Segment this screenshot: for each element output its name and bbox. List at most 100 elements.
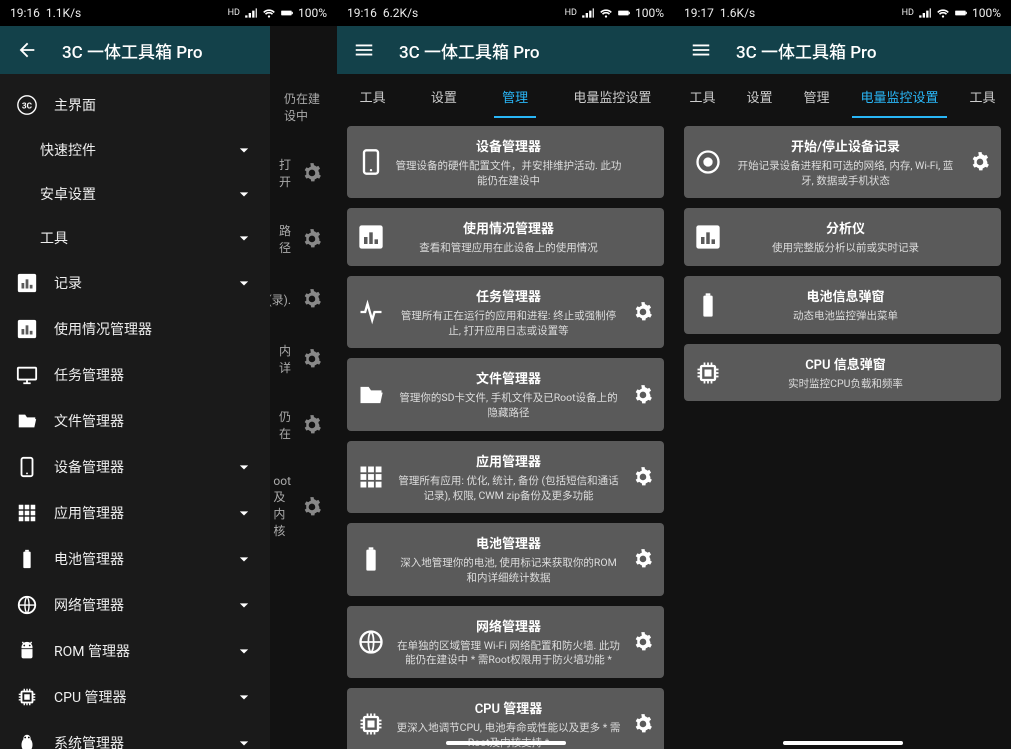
card-subtitle: 在单独的区域管理 Wi-Fi 网络配置和防火墙. 此功能仍在建设中 * 需Roo… [395, 639, 622, 668]
status-battery: 100% [298, 6, 327, 20]
folder-icon [16, 410, 38, 432]
tab-settings[interactable]: 设置 [738, 75, 780, 118]
tab-tools[interactable]: 工具 [352, 75, 394, 118]
chart-icon [694, 223, 722, 251]
wifi-icon [936, 6, 950, 20]
card-title: 使用情况管理器 [395, 218, 622, 237]
chevron-down-icon [234, 595, 254, 615]
chevron-down-icon [234, 687, 254, 707]
menu-icon[interactable] [353, 39, 375, 61]
card-subtitle: 深入地管理你的电池, 使用标记来获取你的ROM和内详细统计数据 [395, 556, 622, 585]
feature-card[interactable]: 电池信息弹窗动态电池监控弹出菜单 [684, 276, 1001, 334]
nav-indicator [783, 741, 903, 745]
menu-icon[interactable] [690, 39, 712, 61]
status-speed: 1.6K/s [720, 6, 755, 20]
drawer-item[interactable]: 文件管理器 [0, 398, 270, 444]
status-bar: 19:16 1.1K/s HD 100% [0, 0, 337, 26]
tab-settings[interactable]: 设置 [423, 75, 465, 118]
card-subtitle: 使用完整版分析以前或实时记录 [732, 241, 959, 256]
gear-icon[interactable] [632, 384, 654, 406]
chart-icon [357, 223, 385, 251]
drawer-item-label: 设备管理器 [54, 457, 218, 477]
chevron-down-icon [234, 641, 254, 661]
drawer-item[interactable]: 快速控件 [0, 128, 270, 172]
feature-card[interactable]: 设备管理器管理设备的硬件配置文件，并安排维护活动. 此功能仍在建设中 [347, 126, 664, 198]
app-bar: 3C 一体工具箱 Pro [337, 26, 674, 74]
wifi-icon [262, 6, 276, 20]
feature-card[interactable]: 网络管理器在单独的区域管理 Wi-Fi 网络配置和防火墙. 此功能仍在建设中 *… [347, 606, 664, 678]
card-title: CPU 管理器 [395, 698, 622, 717]
gear-icon[interactable] [632, 548, 654, 570]
hd-icon: HD [565, 8, 577, 18]
drawer-item[interactable]: 工具 [0, 216, 270, 260]
gear-icon[interactable] [969, 151, 991, 173]
back-icon[interactable] [16, 39, 38, 61]
drawer-item[interactable]: 主界面 [0, 82, 270, 128]
card-subtitle: 动态电池监控弹出菜单 [732, 309, 959, 324]
status-time: 19:16 [10, 6, 40, 20]
feature-card[interactable]: 应用管理器管理所有应用: 优化, 统计, 备份 (包括短信和通话记录), 权限,… [347, 441, 664, 513]
feature-card[interactable]: 文件管理器管理你的SD卡文件, 手机文件及已Root设备上的隐藏路径 [347, 358, 664, 430]
tab-tools-2[interactable]: 工具 [961, 75, 1003, 118]
card-subtitle: 查看和管理应用在此设备上的使用情况 [395, 241, 622, 256]
drawer-item[interactable]: 任务管理器 [0, 352, 270, 398]
drawer-item[interactable]: 安卓设置 [0, 172, 270, 216]
chevron-down-icon [234, 503, 254, 523]
drawer-item[interactable]: 电池管理器 [0, 536, 270, 582]
feature-card[interactable]: 任务管理器管理所有正在运行的应用和进程: 终止或强制停止, 打开应用日志或设置等 [347, 276, 664, 348]
drawer-item-label: CPU 管理器 [54, 687, 218, 707]
drawer-item[interactable]: 使用情况管理器 [0, 306, 270, 352]
drawer-item[interactable]: 网络管理器 [0, 582, 270, 628]
gear-icon[interactable] [632, 466, 654, 488]
feature-card[interactable]: 电池管理器深入地管理你的电池, 使用标记来获取你的ROM和内详细统计数据 [347, 523, 664, 595]
app-title: 3C 一体工具箱 Pro [736, 38, 877, 63]
tab-manage[interactable]: 管理 [795, 75, 837, 118]
chevron-down-icon [234, 228, 254, 248]
status-time: 19:17 [684, 6, 714, 20]
home-circle-icon [16, 94, 38, 116]
drawer-item-label: 主界面 [54, 95, 254, 115]
gear-icon[interactable] [632, 301, 654, 323]
globe-icon [16, 594, 38, 616]
drawer-item[interactable]: ROM 管理器 [0, 628, 270, 674]
feature-card[interactable]: CPU 信息弹窗实时监控CPU负载和频率 [684, 344, 1001, 402]
chart-icon [16, 272, 38, 294]
tab-battery-monitor[interactable]: 电量监控设置 [565, 75, 659, 118]
drawer-item-label: 电池管理器 [54, 549, 218, 569]
drawer-item[interactable]: 记录 [0, 260, 270, 306]
tab-bar: 工具 设置 管理 电量监控设置 工具 [674, 74, 1011, 118]
status-speed: 1.1K/s [46, 6, 81, 20]
feature-card[interactable]: 分析仪使用完整版分析以前或实时记录 [684, 208, 1001, 266]
feature-card[interactable]: CPU 管理器更深入地调节CPU, 电池寿命或性能以及更多 * 需Root及内核… [347, 688, 664, 749]
tab-tools[interactable]: 工具 [681, 75, 723, 118]
feature-card[interactable]: 使用情况管理器查看和管理应用在此设备上的使用情况 [347, 208, 664, 266]
battery-icon [357, 545, 385, 573]
chevron-down-icon [234, 273, 254, 293]
card-title: 分析仪 [732, 218, 959, 237]
hd-icon: HD [228, 8, 240, 18]
app-title: 3C 一体工具箱 Pro [399, 38, 540, 63]
card-title: 应用管理器 [395, 451, 622, 470]
card-subtitle: 实时监控CPU负载和频率 [732, 377, 959, 392]
navigation-drawer: 3C 一体工具箱 Pro 主界面快速控件安卓设置工具记录使用情况管理器任务管理器… [0, 26, 270, 749]
drawer-item[interactable]: CPU 管理器 [0, 674, 270, 720]
card-subtitle: 管理设备的硬件配置文件，并安排维护活动. 此功能仍在建设中 [395, 159, 622, 188]
cpu-icon [694, 359, 722, 387]
gear-icon[interactable] [632, 631, 654, 653]
gear-icon[interactable] [632, 713, 654, 735]
card-title: 电池管理器 [395, 533, 622, 552]
drawer-item[interactable]: 应用管理器 [0, 490, 270, 536]
feature-card[interactable]: 开始/停止设备记录开始记录设备进程和可选的网络, 内存, Wi-Fi, 蓝牙, … [684, 126, 1001, 198]
card-title: 任务管理器 [395, 286, 622, 305]
hd-icon: HD [902, 8, 914, 18]
tab-manage[interactable]: 管理 [494, 75, 536, 118]
drawer-item[interactable]: 系统管理器 [0, 720, 270, 749]
chart-icon [16, 318, 38, 340]
monitor-icon [16, 364, 38, 386]
drawer-item[interactable]: 设备管理器 [0, 444, 270, 490]
tab-bar: 工具 设置 管理 电量监控设置 [337, 74, 674, 118]
status-bar: 19:16 6.2K/s HD 100% [337, 0, 674, 26]
drawer-item-label: 应用管理器 [54, 503, 218, 523]
battery-icon [954, 6, 968, 20]
tab-battery-monitor[interactable]: 电量监控设置 [852, 75, 946, 118]
